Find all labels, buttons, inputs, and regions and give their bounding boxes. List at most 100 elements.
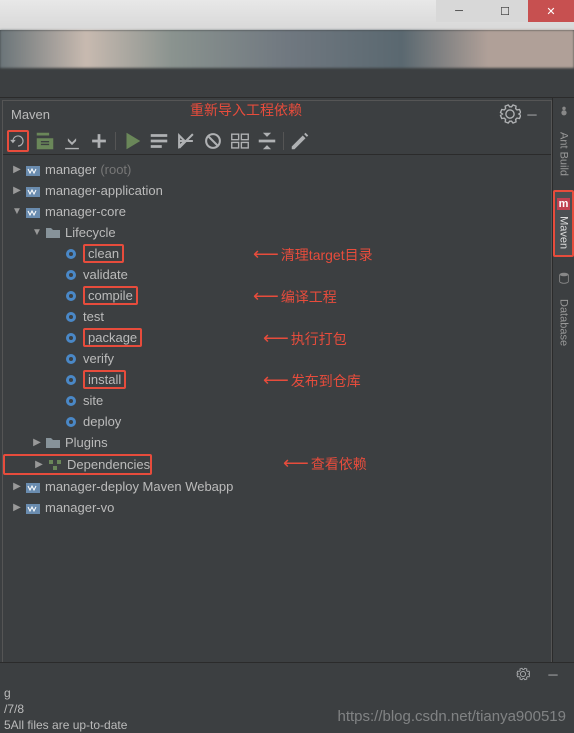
maven-module-icon [25, 500, 41, 516]
tree-node-lifecycle[interactable]: ▼ Lifecycle [3, 222, 551, 243]
tree-label: manager-core [45, 204, 126, 219]
tree-label: Lifecycle [65, 225, 116, 240]
status-settings-icon[interactable] [512, 663, 534, 685]
lifecycle-goal-verify[interactable]: verify [3, 348, 551, 369]
collapse-arrow-icon[interactable]: ▼ [11, 206, 23, 217]
tree-node-module[interactable]: ▶ manager-application [3, 180, 551, 201]
lifecycle-goal-deploy[interactable]: deploy [3, 411, 551, 432]
ant-icon [557, 104, 571, 118]
tree-label: validate [83, 267, 128, 282]
folder-icon [45, 435, 61, 451]
tree-label: manager-vo [45, 500, 114, 515]
expand-arrow-icon[interactable]: ▶ [11, 164, 23, 175]
reimport-button[interactable] [7, 130, 29, 152]
panel-settings-icon[interactable] [499, 103, 521, 125]
gear-goal-icon [63, 393, 79, 409]
maven-module-icon [25, 204, 41, 220]
tree-label: package [83, 328, 142, 347]
lifecycle-goal-compile[interactable]: compile [3, 285, 551, 306]
maven-module-icon [25, 479, 41, 495]
gear-goal-icon [63, 246, 79, 262]
tree-label: Dependencies [67, 457, 150, 472]
window-minimize-button[interactable]: ─ [436, 0, 482, 22]
panel-minimize-icon[interactable]: ─ [521, 103, 543, 125]
maven-settings-button[interactable] [289, 130, 311, 152]
lifecycle-goal-install[interactable]: install [3, 369, 551, 390]
maven-module-icon [25, 162, 41, 178]
ant-build-tab[interactable]: Ant Build [558, 132, 570, 176]
maven-panel-header: Maven ─ [3, 101, 551, 127]
tree-label: install [83, 370, 126, 389]
toolbar-separator [115, 132, 116, 150]
maven-tool-window: Maven ─ [2, 100, 552, 673]
maven-project-tree: ▶ manager (root) ▶ manager-application ▼… [3, 155, 551, 672]
tree-node-root[interactable]: ▶ manager (root) [3, 159, 551, 180]
toggle-offline-button[interactable] [175, 130, 197, 152]
gear-goal-icon [63, 351, 79, 367]
download-sources-button[interactable] [61, 130, 83, 152]
status-line: /7/8 [0, 701, 574, 717]
lifecycle-goal-test[interactable]: test [3, 306, 551, 327]
collapse-all-button[interactable] [256, 130, 278, 152]
tree-label: test [83, 309, 104, 324]
tree-label: deploy [83, 414, 121, 429]
tree-label: manager-application [45, 183, 163, 198]
database-tab[interactable]: Database [558, 299, 570, 346]
status-hide-icon[interactable]: ─ [542, 663, 564, 685]
gear-goal-icon [63, 288, 79, 304]
expand-arrow-icon[interactable]: ▶ [33, 459, 45, 470]
gear-goal-icon [63, 414, 79, 430]
lifecycle-goal-site[interactable]: site [3, 390, 551, 411]
gear-goal-icon [63, 309, 79, 325]
lifecycle-goal-clean[interactable]: clean [3, 243, 551, 264]
status-bar: ─ g /7/8 5All files are up-to-date [0, 662, 574, 733]
gear-goal-icon [63, 372, 79, 388]
maven-badge-icon: m [557, 198, 571, 210]
lifecycle-goal-package[interactable]: package [3, 327, 551, 348]
dependencies-icon [47, 457, 63, 473]
tree-label: Plugins [65, 435, 108, 450]
tree-node-module[interactable]: ▶ manager-deploy Maven Webapp [3, 476, 551, 497]
tree-node-module[interactable]: ▼ manager-core [3, 201, 551, 222]
window-close-button[interactable]: ✕ [528, 0, 574, 22]
tree-node-module[interactable]: ▶ manager-vo [3, 497, 551, 518]
window-maximize-button[interactable]: ☐ [482, 0, 528, 22]
tree-label: manager-deploy Maven Webapp [45, 479, 233, 494]
gear-goal-icon [63, 267, 79, 283]
tree-node-plugins[interactable]: ▶ Plugins [3, 432, 551, 453]
add-project-button[interactable] [88, 130, 110, 152]
window-titlebar: ─ ☐ ✕ [0, 0, 574, 30]
expand-arrow-icon[interactable]: ▶ [11, 185, 23, 196]
expand-arrow-icon[interactable]: ▶ [31, 437, 43, 448]
tree-label-suffix: (root) [100, 162, 131, 177]
tree-label: compile [83, 286, 138, 305]
maven-tab[interactable]: m Maven [553, 190, 574, 257]
status-line: 5All files are up-to-date [0, 717, 574, 733]
run-button[interactable] [121, 130, 143, 152]
expand-arrow-icon[interactable]: ▶ [11, 502, 23, 513]
tree-node-dependencies[interactable]: ▶ Dependencies [3, 454, 152, 475]
show-dependencies-button[interactable] [229, 130, 251, 152]
maven-panel-title: Maven [11, 107, 50, 122]
collapse-arrow-icon[interactable]: ▼ [31, 227, 43, 238]
database-icon [557, 271, 571, 285]
maven-toolbar [3, 127, 551, 155]
skip-tests-button[interactable] [202, 130, 224, 152]
blurred-background-strip [0, 30, 574, 68]
lifecycle-goal-validate[interactable]: validate [3, 264, 551, 285]
execute-goal-button[interactable] [148, 130, 170, 152]
right-tool-rail: Ant Build m Maven Database [552, 98, 574, 673]
gear-goal-icon [63, 330, 79, 346]
tree-label: manager [45, 162, 96, 177]
toolbar-separator [283, 132, 284, 150]
tree-label: verify [83, 351, 114, 366]
expand-arrow-icon[interactable]: ▶ [11, 481, 23, 492]
maven-tab-label: Maven [558, 216, 570, 249]
tree-label: site [83, 393, 103, 408]
status-line: g [0, 685, 574, 701]
tree-label: clean [83, 244, 124, 263]
generate-sources-button[interactable] [34, 130, 56, 152]
folder-icon [45, 225, 61, 241]
maven-module-icon [25, 183, 41, 199]
editor-area-empty [0, 68, 574, 98]
